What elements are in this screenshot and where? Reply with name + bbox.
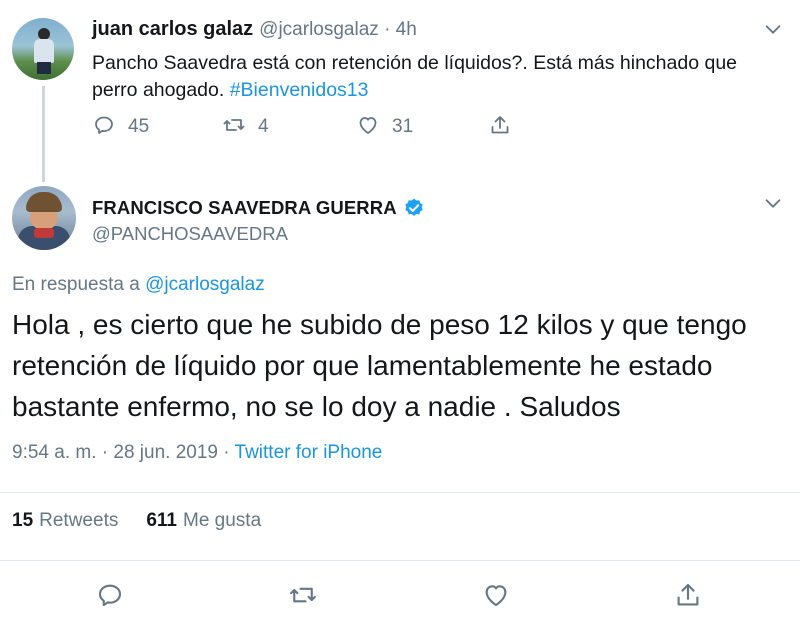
likes-label[interactable]: Me gusta bbox=[183, 510, 261, 532]
like-count: 31 bbox=[392, 116, 414, 137]
heart-icon bbox=[481, 585, 511, 614]
reply-icon bbox=[92, 113, 116, 142]
tweet-timestamp[interactable]: 9:54 a. m. · 28 jun. 2019 · bbox=[12, 442, 235, 463]
parent-display-name[interactable]: juan carlos galaz bbox=[92, 18, 253, 41]
avatar-figure-legs bbox=[37, 62, 51, 74]
main-action-bar bbox=[0, 576, 800, 616]
retweet-button[interactable]: 4 bbox=[222, 112, 269, 142]
retweet-icon bbox=[288, 587, 318, 614]
main-handle[interactable]: @PANCHOSAAVEDRA bbox=[92, 223, 288, 245]
like-button[interactable]: 31 bbox=[356, 112, 413, 142]
parent-tweet-text: Pancho Saavedra está con retención de lí… bbox=[92, 50, 782, 104]
reply-button[interactable] bbox=[95, 580, 125, 610]
retweet-count: 4 bbox=[258, 116, 269, 137]
like-button[interactable] bbox=[481, 580, 511, 610]
avatar-figure-hat bbox=[26, 192, 62, 212]
reply-count: 45 bbox=[128, 116, 150, 137]
reply-context-prefix: En respuesta a bbox=[12, 274, 146, 295]
main-tweet-text: Hola , es cierto que he subido de peso 1… bbox=[12, 309, 747, 422]
retweet-button[interactable] bbox=[288, 580, 318, 610]
avatar-figure-body bbox=[34, 39, 54, 63]
share-button[interactable] bbox=[488, 112, 512, 142]
retweet-icon bbox=[222, 113, 246, 142]
reply-icon bbox=[95, 584, 125, 614]
tweet-stats: 15 Retweets 611 Me gusta bbox=[12, 510, 261, 544]
avatar-juan-carlos-galaz[interactable] bbox=[12, 18, 74, 80]
likes-count[interactable]: 611 bbox=[146, 510, 177, 532]
share-icon bbox=[673, 583, 703, 614]
hashtag-link[interactable]: #Bienvenidos13 bbox=[230, 79, 369, 101]
divider bbox=[0, 492, 800, 493]
heart-icon bbox=[356, 113, 380, 142]
tweet-meta: 9:54 a. m. · 28 jun. 2019 · Twitter for … bbox=[12, 442, 382, 464]
share-icon bbox=[488, 113, 512, 142]
retweets-count[interactable]: 15 bbox=[12, 510, 33, 532]
parent-tweet-body: Pancho Saavedra está con retención de lí… bbox=[92, 52, 738, 101]
tweet-source-link[interactable]: Twitter for iPhone bbox=[235, 442, 383, 463]
parent-author-row: juan carlos galaz @jcarlosgalaz · 4h bbox=[92, 18, 417, 44]
chevron-down-icon[interactable] bbox=[762, 18, 784, 40]
chevron-down-icon[interactable] bbox=[762, 192, 784, 214]
reply-context: En respuesta a @jcarlosgalaz bbox=[12, 274, 265, 296]
retweets-label[interactable]: Retweets bbox=[39, 510, 118, 532]
share-button[interactable] bbox=[673, 580, 703, 610]
main-author-row: FRANCISCO SAAVEDRA GUERRA bbox=[92, 195, 425, 221]
parent-action-bar: 45 4 31 bbox=[92, 112, 522, 142]
verified-badge-icon bbox=[403, 197, 425, 219]
parent-handle-time[interactable]: @jcarlosgalaz · 4h bbox=[259, 19, 417, 41]
reply-mention-link[interactable]: @jcarlosgalaz bbox=[145, 274, 265, 295]
main-display-name[interactable]: FRANCISCO SAAVEDRA GUERRA bbox=[92, 197, 397, 219]
parent-tweet[interactable]: juan carlos galaz @jcarlosgalaz · 4h Pan… bbox=[0, 0, 800, 182]
divider bbox=[0, 560, 800, 561]
thread-connector-line bbox=[42, 86, 45, 182]
avatar-figure-scarf bbox=[34, 228, 54, 238]
reply-button[interactable]: 45 bbox=[92, 112, 149, 142]
avatar-francisco-saavedra[interactable] bbox=[12, 186, 76, 250]
